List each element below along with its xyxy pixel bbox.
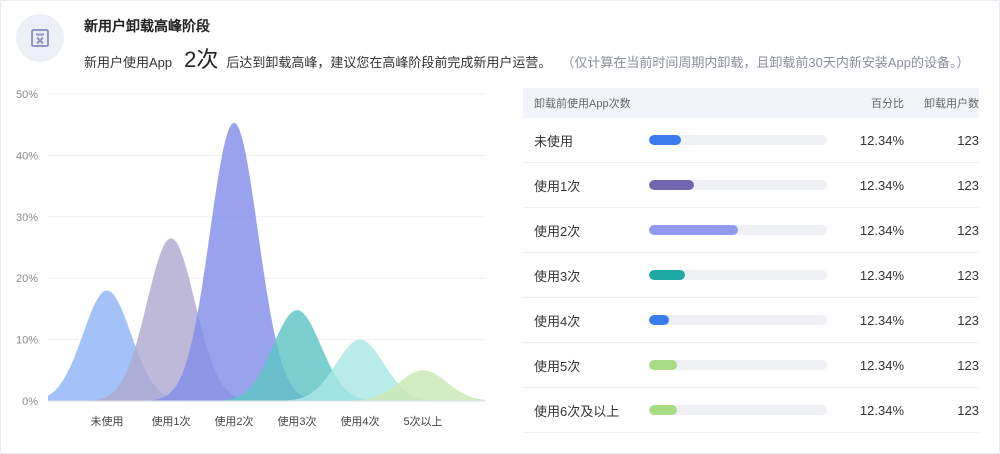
row-users: 123 <box>957 402 979 418</box>
table-row: 使用3次 12.34% 123 <box>523 253 979 298</box>
bar-track <box>649 135 827 145</box>
x-tick-label: 5次以上 <box>403 414 442 428</box>
bar-fill <box>649 405 678 415</box>
bar-fill <box>649 180 694 190</box>
row-bar <box>649 315 844 325</box>
row-label: 使用2次 <box>534 223 581 239</box>
header-percent: 百分比 <box>871 98 904 110</box>
row-percent: 12.34% <box>859 312 904 328</box>
bar-track <box>649 180 827 190</box>
y-tick-label: 50% <box>16 89 38 101</box>
row-bar <box>649 135 844 145</box>
uninstall-icon <box>16 14 64 62</box>
summary-note: （仅计算在当前时间周期内卸载，且卸载前30天内新安装App的设备。） <box>561 55 970 70</box>
row-label: 使用6次及以上 <box>534 403 620 419</box>
bar-fill <box>649 315 669 325</box>
row-label: 使用4次 <box>534 313 581 329</box>
table-body: 未使用 12.34% 123 使用1次 12.34% 123 使用2次 12.34% 123 使用… <box>523 118 979 433</box>
header-users: 卸载用户数 <box>924 98 979 110</box>
row-percent: 12.34% <box>859 402 904 418</box>
row-percent: 12.34% <box>859 132 904 148</box>
row-percent: 12.34% <box>859 267 904 283</box>
row-users: 123 <box>957 357 979 373</box>
bar-track <box>649 315 827 325</box>
row-bar <box>649 360 844 370</box>
y-tick-label: 40% <box>16 150 38 162</box>
bar-track <box>649 270 827 280</box>
table-row: 使用1次 12.34% 123 <box>523 163 979 208</box>
y-tick-label: 30% <box>16 212 38 224</box>
row-users: 123 <box>957 222 979 238</box>
table-row: 使用5次 12.34% 123 <box>523 343 979 388</box>
uninstall-distribution-chart: 0% 10% 20% 30% 40% 50% 未使用 使用1次 使用2次 使用3次 使用4次 5次以上 <box>16 89 485 428</box>
page-title: 新用户卸载高峰阶段 <box>84 18 210 34</box>
row-bar <box>649 180 844 190</box>
bar-track <box>649 360 827 370</box>
table-row: 使用6次及以上 12.34% 123 <box>523 388 979 433</box>
table-header: 卸载前使用App次数 百分比 卸载用户数 <box>523 88 979 118</box>
header-usage-count: 卸载前使用App次数 <box>534 98 631 110</box>
row-percent: 12.34% <box>859 177 904 193</box>
x-tick-label: 使用2次 <box>214 414 253 428</box>
row-label: 使用5次 <box>534 358 581 374</box>
y-tick-label: 20% <box>16 273 38 285</box>
table-row: 使用2次 12.34% 123 <box>523 208 979 253</box>
peak-count: 2次 <box>184 47 219 72</box>
row-users: 123 <box>957 132 979 148</box>
bar-fill <box>649 360 678 370</box>
table-row: 使用4次 12.34% 123 <box>523 298 979 343</box>
row-percent: 12.34% <box>859 222 904 238</box>
row-label: 使用3次 <box>534 268 581 284</box>
row-bar <box>649 405 844 415</box>
row-label: 使用1次 <box>534 178 581 194</box>
table-row: 未使用 12.34% 123 <box>523 118 979 163</box>
row-users: 123 <box>957 177 979 193</box>
row-label: 未使用 <box>534 133 574 149</box>
bar-fill <box>649 135 682 145</box>
row-users: 123 <box>957 312 979 328</box>
x-tick-label: 使用3次 <box>277 414 316 428</box>
usage-table: 卸载前使用App次数 百分比 卸载用户数 未使用 12.34% 123 使用1次 12.… <box>523 88 979 433</box>
y-tick-label: 10% <box>16 335 38 347</box>
bar-track <box>649 405 827 415</box>
summary-prefix: 新用户使用App <box>84 55 173 70</box>
row-users: 123 <box>957 267 979 283</box>
row-percent: 12.34% <box>859 357 904 373</box>
y-tick-label: 0% <box>22 396 38 408</box>
bar-fill <box>649 225 738 235</box>
row-bar <box>649 225 844 235</box>
bar-track <box>649 225 827 235</box>
bar-fill <box>649 270 685 280</box>
x-tick-label: 使用1次 <box>151 414 190 428</box>
x-tick-label: 未使用 <box>91 415 124 428</box>
x-tick-label: 使用4次 <box>340 414 379 428</box>
row-bar <box>649 270 844 280</box>
summary-text: 新用户使用App 2次 后达到卸载高峰，建议您在高峰阶段前完成新用户运营。 （仅… <box>84 42 970 74</box>
summary-suffix: 后达到卸载高峰，建议您在高峰阶段前完成新用户运营。 <box>226 55 552 70</box>
